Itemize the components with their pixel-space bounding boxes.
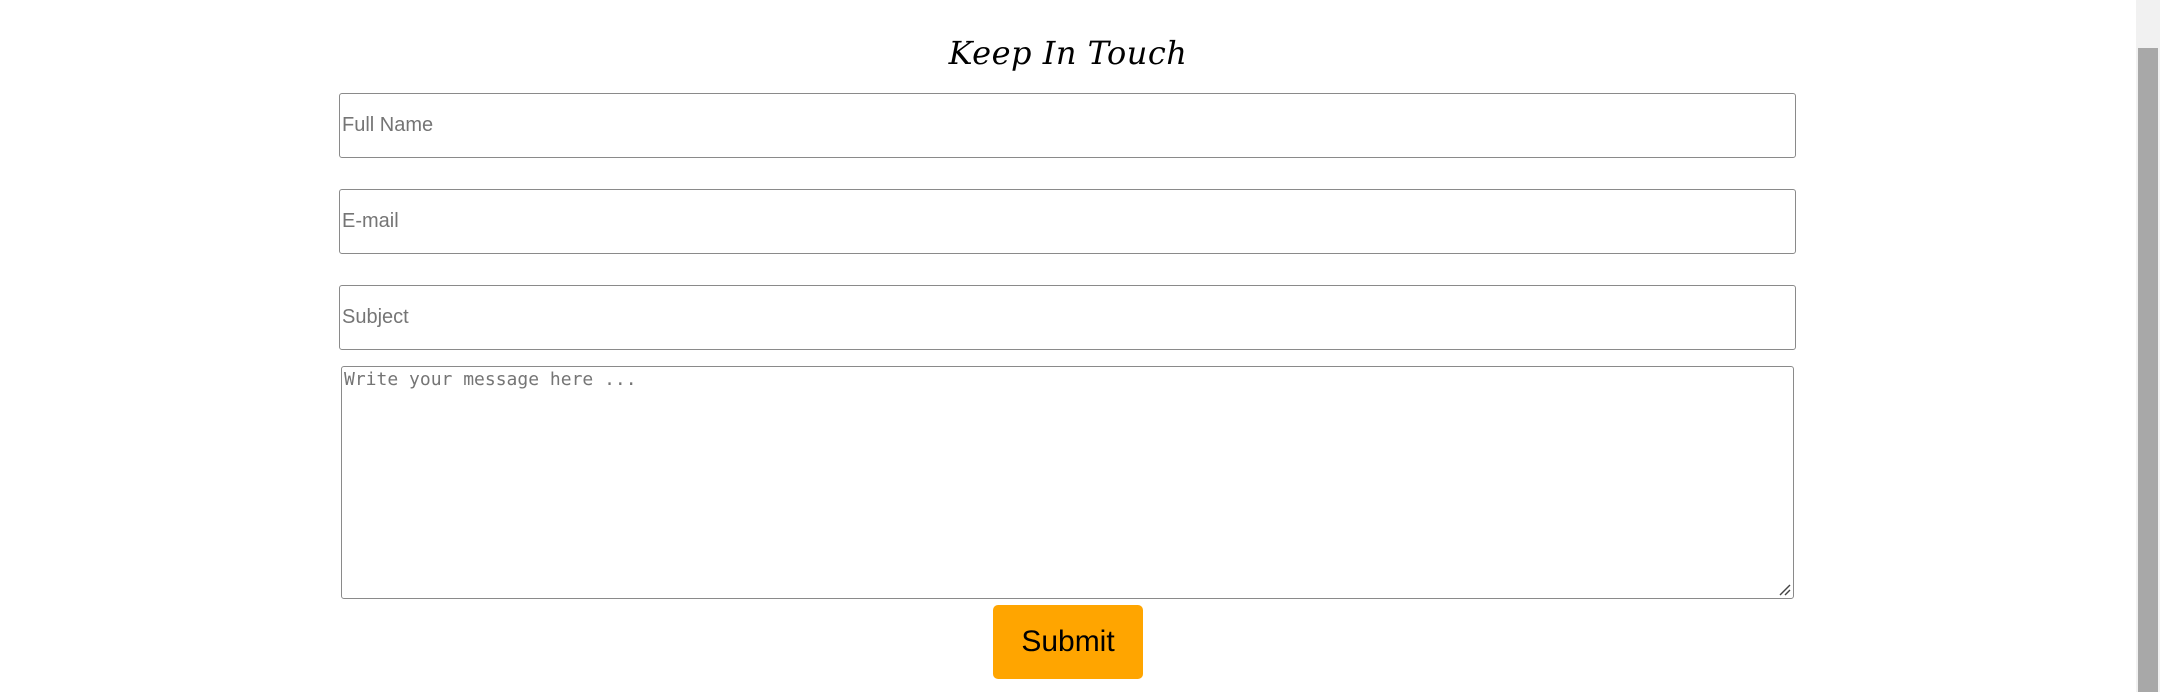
page-title: Keep In Touch [948, 34, 1188, 72]
email-placeholder: E-mail [342, 210, 399, 232]
contact-page: Keep In Touch Full Name E-mail Subject W… [0, 0, 2136, 692]
resize-grip-icon[interactable] [1777, 582, 1791, 596]
full-name-placeholder: Full Name [342, 114, 434, 136]
subject-input[interactable]: Subject [339, 285, 1796, 350]
full-name-input[interactable]: Full Name [339, 93, 1796, 158]
email-input[interactable]: E-mail [339, 189, 1796, 254]
vertical-scrollbar[interactable] [2136, 0, 2160, 692]
message-textarea[interactable]: Write your message here ... [341, 366, 1794, 599]
submit-button[interactable]: Submit [993, 605, 1143, 679]
message-placeholder: Write your message here ... [344, 369, 637, 390]
subject-placeholder: Subject [342, 306, 409, 328]
scrollbar-thumb[interactable] [2138, 48, 2158, 692]
